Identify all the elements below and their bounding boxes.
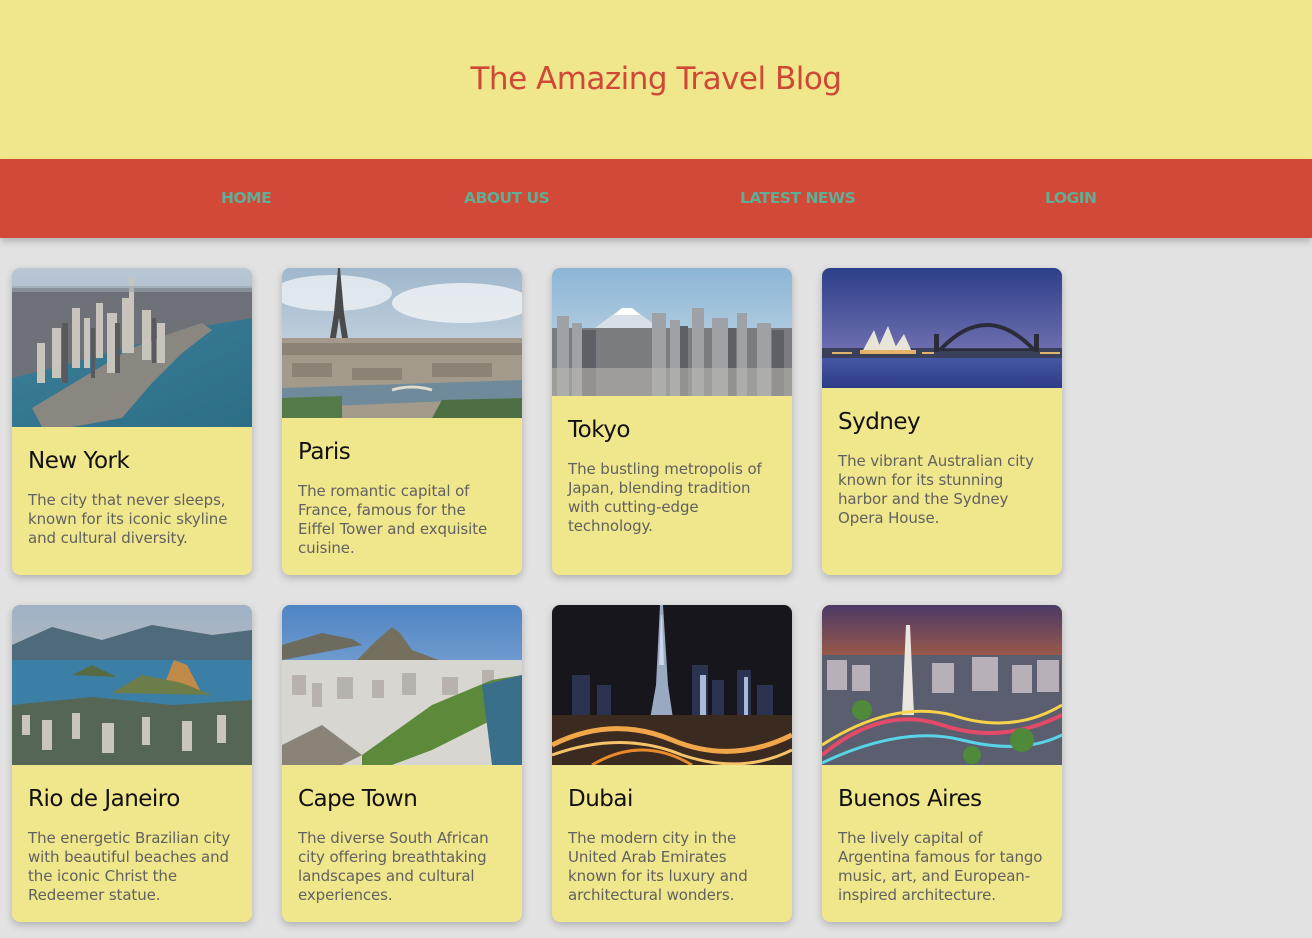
card-cape-town[interactable]: Cape Town The diverse South African city… xyxy=(282,605,522,922)
card-description: The romantic capital of France, famous f… xyxy=(298,482,488,557)
card-description: The city that never sleeps, known for it… xyxy=(28,491,228,547)
card-paris[interactable]: Paris The romantic capital of France, fa… xyxy=(282,268,522,575)
destination-grid: New York The city that never sleeps, kno… xyxy=(0,238,1312,938)
nav-login-link[interactable]: LOGIN xyxy=(1045,159,1097,238)
cape-town-photo xyxy=(282,605,522,765)
card-title: Buenos Aires xyxy=(838,786,982,812)
nav-latest-news-link[interactable]: LATEST NEWS xyxy=(740,159,856,238)
card-title: Paris xyxy=(298,439,351,465)
card-title: Cape Town xyxy=(298,786,418,812)
new-york-photo xyxy=(12,268,252,427)
card-body: Rio de Janeiro The energetic Brazilian c… xyxy=(12,765,252,921)
card-description: The vibrant Australian city known for it… xyxy=(838,452,1034,527)
nav-home-link[interactable]: HOME xyxy=(221,159,272,238)
card-body: Cape Town The diverse South African city… xyxy=(282,765,522,921)
rio-de-janeiro-photo xyxy=(12,605,252,765)
card-description: The modern city in the United Arab Emira… xyxy=(568,829,748,904)
site-header: The Amazing Travel Blog xyxy=(0,0,1312,159)
card-body: Paris The romantic capital of France, fa… xyxy=(282,418,522,574)
nav-about-link[interactable]: ABOUT US xyxy=(464,159,550,238)
card-body: Sydney The vibrant Australian city known… xyxy=(822,388,1062,544)
site-title: The Amazing Travel Blog xyxy=(470,61,842,97)
card-body: New York The city that never sleeps, kno… xyxy=(12,427,252,564)
card-tokyo[interactable]: Tokyo The bustling metropolis of Japan, … xyxy=(552,268,792,575)
card-rio-de-janeiro[interactable]: Rio de Janeiro The energetic Brazilian c… xyxy=(12,605,252,922)
sydney-photo xyxy=(822,268,1062,388)
card-title: Dubai xyxy=(568,786,633,812)
card-description: The energetic Brazilian city with beauti… xyxy=(28,829,231,904)
card-body: Tokyo The bustling metropolis of Japan, … xyxy=(552,396,792,552)
card-title: New York xyxy=(28,448,130,474)
card-description: The bustling metropolis of Japan, blendi… xyxy=(568,460,762,535)
card-sydney[interactable]: Sydney The vibrant Australian city known… xyxy=(822,268,1062,575)
tokyo-photo xyxy=(552,268,792,396)
card-body: Buenos Aires The lively capital of Argen… xyxy=(822,765,1062,921)
card-buenos-aires[interactable]: Buenos Aires The lively capital of Argen… xyxy=(822,605,1062,922)
buenos-aires-photo xyxy=(822,605,1062,765)
main-nav: HOME ABOUT US LATEST NEWS LOGIN xyxy=(0,159,1312,238)
card-new-york[interactable]: New York The city that never sleeps, kno… xyxy=(12,268,252,575)
card-title: Sydney xyxy=(838,409,921,435)
card-title: Rio de Janeiro xyxy=(28,786,180,812)
card-body: Dubai The modern city in the United Arab… xyxy=(552,765,792,921)
paris-photo xyxy=(282,268,522,418)
card-title: Tokyo xyxy=(568,417,630,443)
card-description: The diverse South African city offering … xyxy=(298,829,489,904)
card-dubai[interactable]: Dubai The modern city in the United Arab… xyxy=(552,605,792,922)
dubai-photo xyxy=(552,605,792,765)
card-description: The lively capital of Argentina famous f… xyxy=(838,829,1043,904)
